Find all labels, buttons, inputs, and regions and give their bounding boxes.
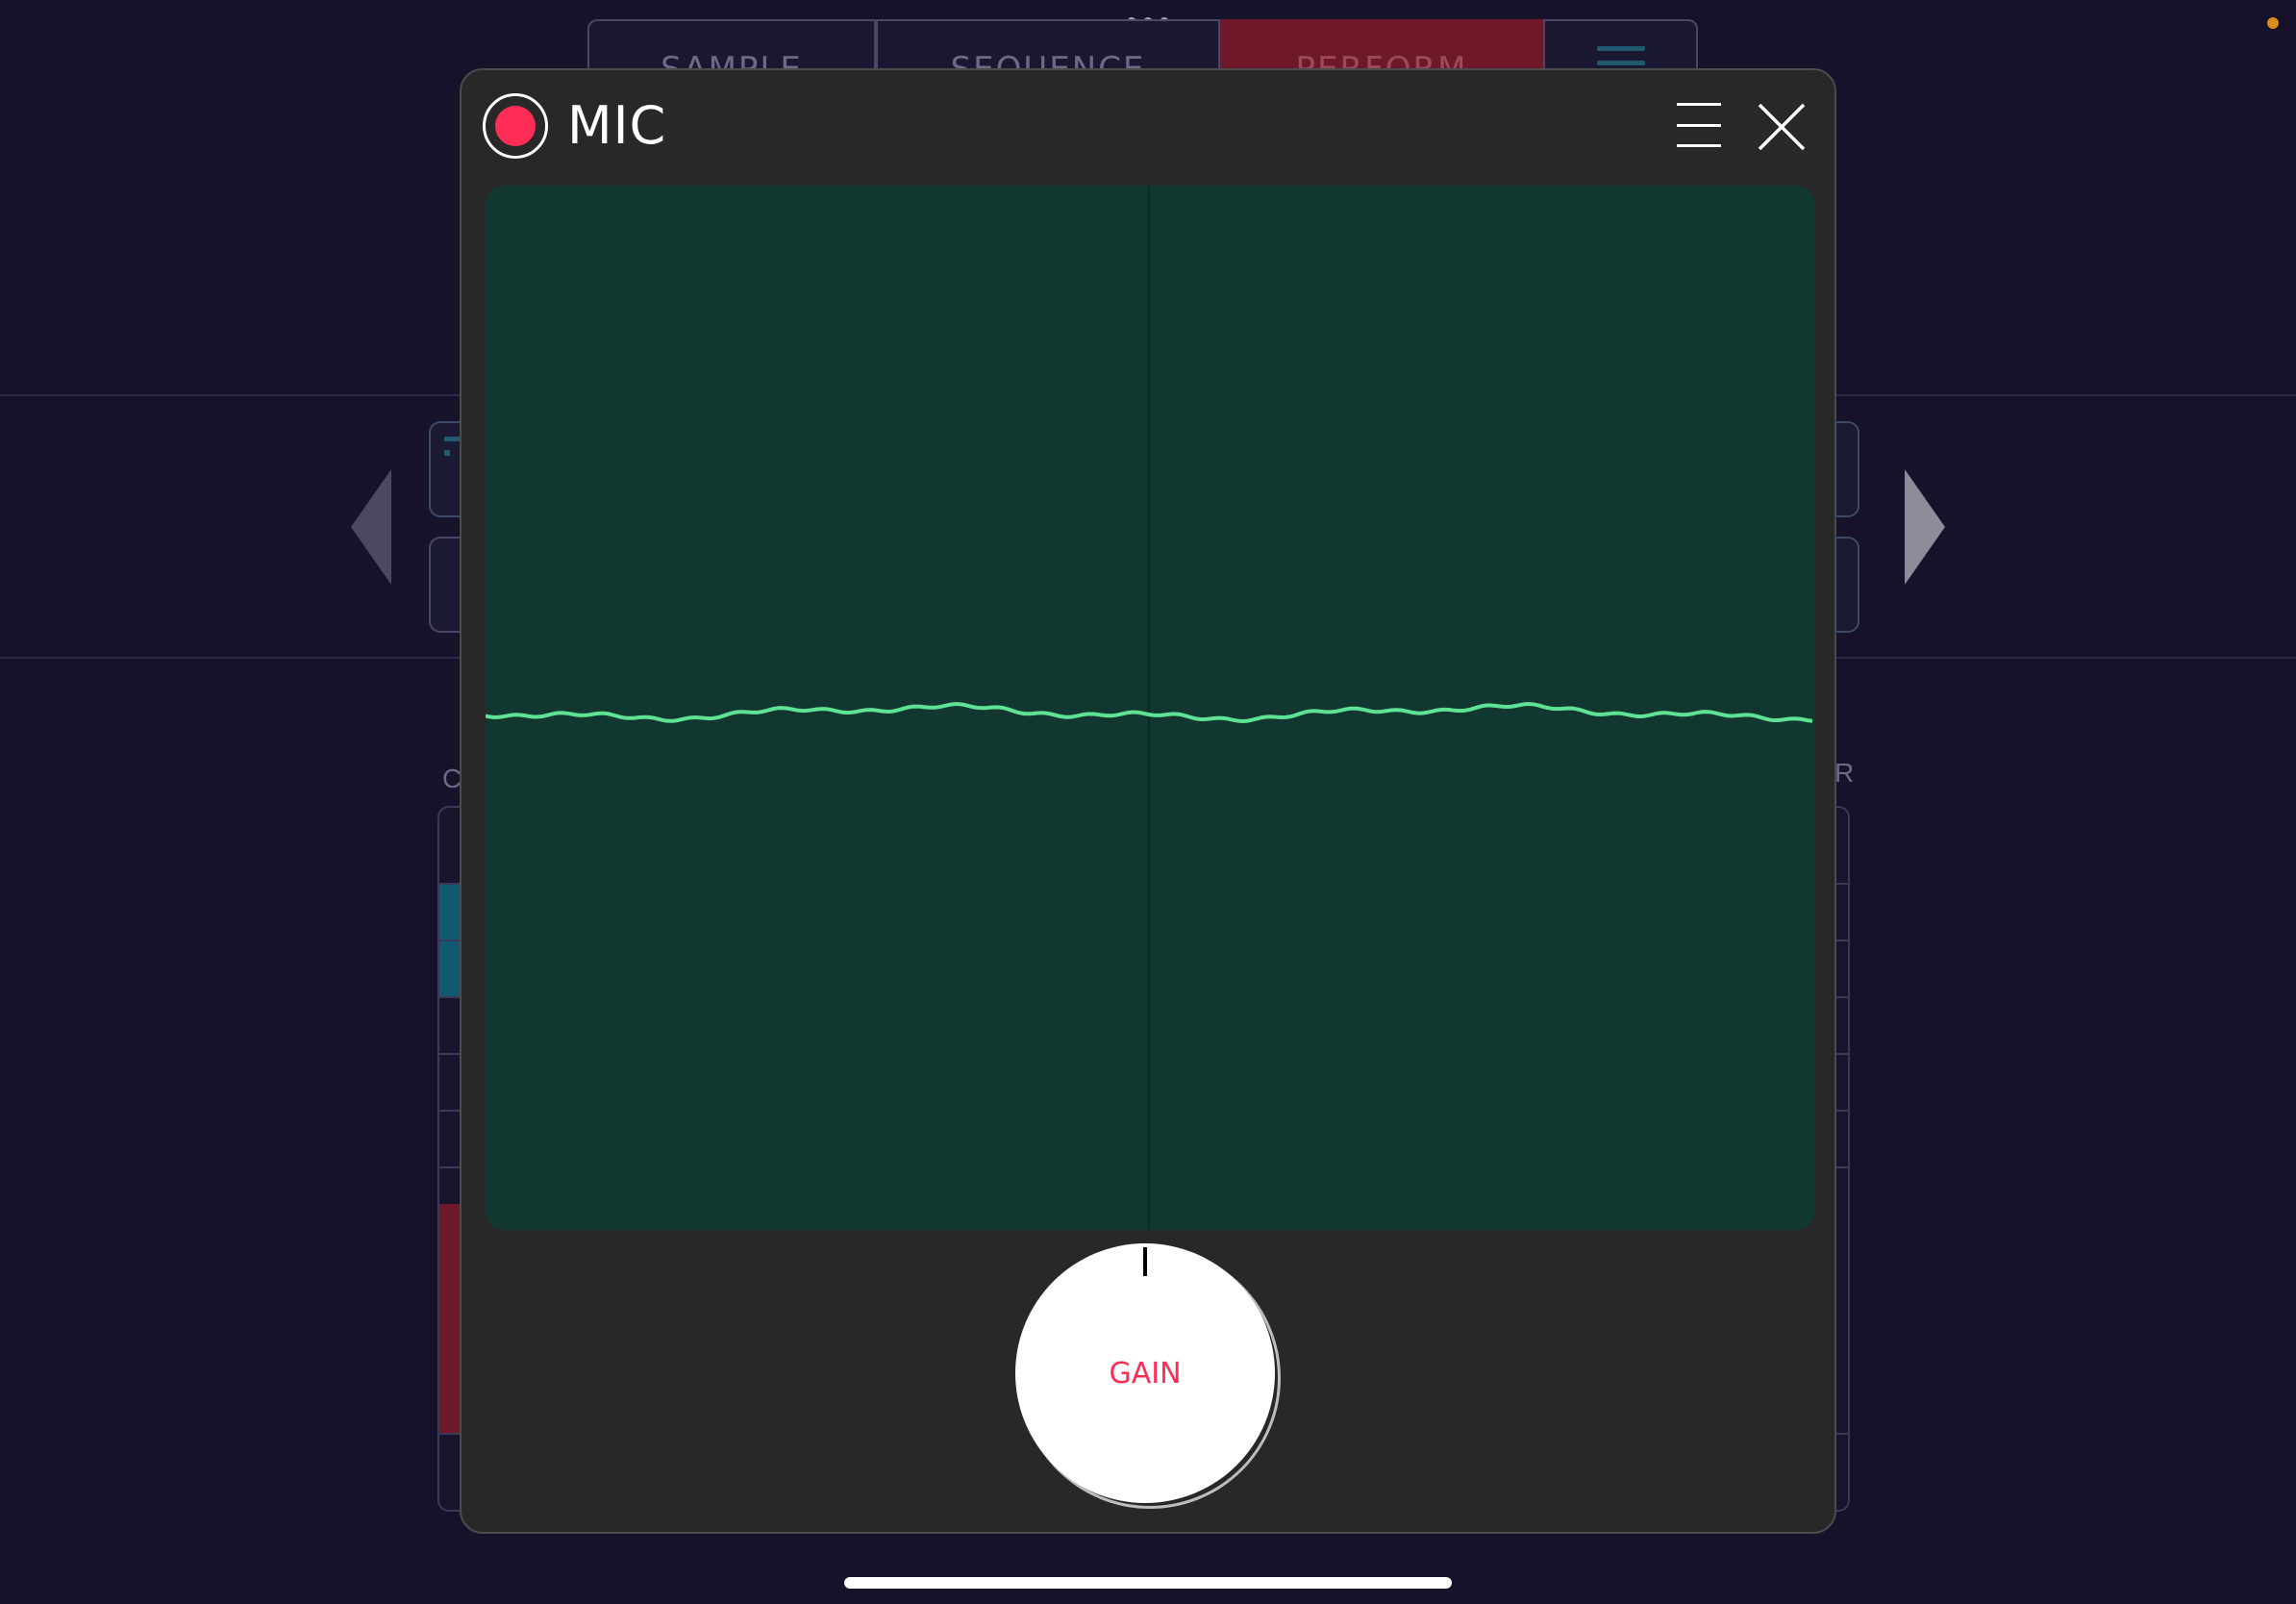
mic-dialog: MIC GAIN xyxy=(460,68,1836,1534)
hamburger-icon[interactable] xyxy=(1677,103,1721,147)
gain-knob[interactable]: GAIN xyxy=(1015,1243,1285,1513)
close-icon[interactable] xyxy=(1758,103,1806,151)
app-screen: SAMPLE SEQUENCE PERFORM C R MIC xyxy=(0,0,2296,1604)
gain-knob-pointer xyxy=(1143,1247,1147,1276)
waveform-display xyxy=(486,186,1815,1230)
recording-status-dot xyxy=(2267,17,2279,29)
gain-knob-face: GAIN xyxy=(1015,1243,1275,1503)
home-indicator[interactable] xyxy=(844,1577,1452,1589)
next-arrow-icon[interactable] xyxy=(1905,469,1945,585)
gain-label: GAIN xyxy=(1109,1356,1182,1391)
record-icon xyxy=(495,106,536,146)
record-button[interactable] xyxy=(483,93,548,159)
previous-arrow-icon[interactable] xyxy=(351,469,391,585)
menu-icon xyxy=(1596,46,1645,65)
right-column-label: R xyxy=(1834,758,1855,788)
dialog-title: MIC xyxy=(567,95,667,156)
